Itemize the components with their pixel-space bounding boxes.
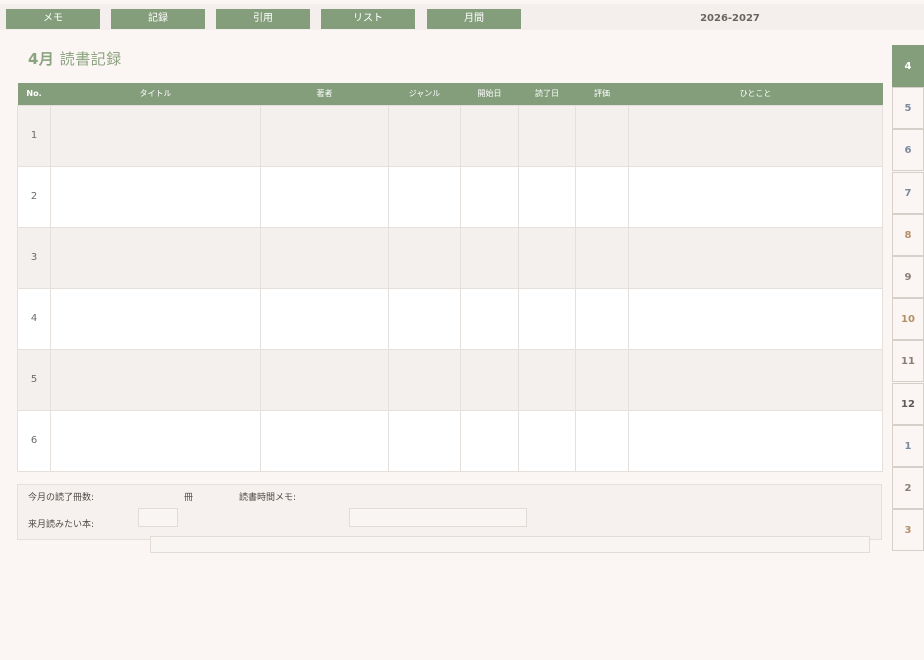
cell-author[interactable] xyxy=(260,226,389,289)
row-number: 1 xyxy=(17,104,51,167)
table-row: 5 xyxy=(17,348,883,411)
table-row: 2 xyxy=(17,165,883,228)
cell-start-date[interactable] xyxy=(460,104,519,167)
page-title: 4月 読書記録 xyxy=(28,48,122,69)
month-tab-9[interactable]: 9 xyxy=(892,256,924,298)
table-row: 6 xyxy=(17,409,883,472)
reading-time-memo-input[interactable] xyxy=(349,508,527,527)
cell-author[interactable] xyxy=(260,165,389,228)
cell-genre[interactable] xyxy=(388,348,461,411)
cell-title[interactable] xyxy=(50,409,261,472)
row-number: 4 xyxy=(17,287,51,350)
title-text: 読書記録 xyxy=(54,50,122,68)
cell-title[interactable] xyxy=(50,348,261,411)
book-unit-label: 冊 xyxy=(184,493,194,503)
cell-author[interactable] xyxy=(260,104,389,167)
cell-rating[interactable] xyxy=(575,165,629,228)
month-tab-12[interactable]: 12 xyxy=(892,382,924,425)
month-tab-8[interactable]: 8 xyxy=(892,213,924,256)
cell-genre[interactable] xyxy=(388,104,461,167)
cell-title[interactable] xyxy=(50,226,261,289)
finished-count-label: 今月の読了冊数: xyxy=(28,493,95,503)
top-navigation: メモ 記録 引用 リスト 月間 2026-2027 xyxy=(0,0,924,36)
cell-comment[interactable] xyxy=(628,226,883,289)
nav-button-list[interactable]: リスト xyxy=(321,9,415,29)
cell-title[interactable] xyxy=(50,287,261,350)
nav-button-quote[interactable]: 引用 xyxy=(216,9,310,29)
month-tab-10[interactable]: 10 xyxy=(892,298,924,341)
cell-rating[interactable] xyxy=(575,409,629,472)
header-number: No. xyxy=(17,83,51,105)
next-month-books-input[interactable] xyxy=(150,536,870,553)
month-tab-6[interactable]: 6 xyxy=(892,129,924,172)
header-finish-date: 読了日 xyxy=(518,83,576,105)
title-month: 4月 xyxy=(28,50,55,68)
header-author: 著者 xyxy=(260,83,389,105)
cell-start-date[interactable] xyxy=(460,226,519,289)
cell-finish-date[interactable] xyxy=(518,409,576,472)
cell-comment[interactable] xyxy=(628,409,883,472)
month-tab-4[interactable]: 4 xyxy=(892,45,924,87)
cell-finish-date[interactable] xyxy=(518,104,576,167)
header-start-date: 開始日 xyxy=(460,83,519,105)
cell-finish-date[interactable] xyxy=(518,348,576,411)
reading-log-table: No. タイトル 著者 ジャンル 開始日 読了日 評価 ひとこと 1 2 3 4… xyxy=(17,83,883,472)
cell-genre[interactable] xyxy=(388,226,461,289)
finished-count-input[interactable] xyxy=(138,508,178,527)
header-comment: ひとこと xyxy=(628,83,883,105)
nav-button-memo[interactable]: メモ xyxy=(6,9,100,29)
cell-genre[interactable] xyxy=(388,287,461,350)
next-month-books-label: 来月読みたい本: xyxy=(28,520,95,530)
nav-button-record[interactable]: 記録 xyxy=(111,9,205,29)
table-header-row: No. タイトル 著者 ジャンル 開始日 読了日 評価 ひとこと xyxy=(17,83,883,105)
table-row: 3 xyxy=(17,226,883,289)
cell-genre[interactable] xyxy=(388,165,461,228)
cell-start-date[interactable] xyxy=(460,165,519,228)
cell-rating[interactable] xyxy=(575,104,629,167)
cell-author[interactable] xyxy=(260,348,389,411)
cell-finish-date[interactable] xyxy=(518,226,576,289)
cell-rating[interactable] xyxy=(575,226,629,289)
row-number: 5 xyxy=(17,348,51,411)
cell-comment[interactable] xyxy=(628,104,883,167)
cell-rating[interactable] xyxy=(575,287,629,350)
year-label: 2026-2027 xyxy=(700,13,760,24)
cell-finish-date[interactable] xyxy=(518,287,576,350)
header-title: タイトル xyxy=(50,83,261,105)
cell-comment[interactable] xyxy=(628,348,883,411)
month-tab-1[interactable]: 1 xyxy=(892,424,924,467)
cell-start-date[interactable] xyxy=(460,287,519,350)
cell-start-date[interactable] xyxy=(460,348,519,411)
header-rating: 評価 xyxy=(575,83,629,105)
row-number: 3 xyxy=(17,226,51,289)
table-row: 1 xyxy=(17,104,883,167)
month-tab-2[interactable]: 2 xyxy=(892,467,924,509)
month-tab-5[interactable]: 5 xyxy=(892,87,924,130)
nav-button-monthly[interactable]: 月間 xyxy=(427,9,521,29)
month-tab-7[interactable]: 7 xyxy=(892,171,924,214)
cell-title[interactable] xyxy=(50,165,261,228)
cell-comment[interactable] xyxy=(628,165,883,228)
cell-author[interactable] xyxy=(260,287,389,350)
reading-time-memo-label: 読書時間メモ: xyxy=(239,493,297,503)
cell-title[interactable] xyxy=(50,104,261,167)
cell-rating[interactable] xyxy=(575,348,629,411)
row-number: 6 xyxy=(17,409,51,472)
cell-start-date[interactable] xyxy=(460,409,519,472)
cell-genre[interactable] xyxy=(388,409,461,472)
table-row: 4 xyxy=(17,287,883,350)
row-number: 2 xyxy=(17,165,51,228)
cell-finish-date[interactable] xyxy=(518,165,576,228)
month-tab-11[interactable]: 11 xyxy=(892,340,924,383)
month-tab-3[interactable]: 3 xyxy=(892,509,924,552)
cell-author[interactable] xyxy=(260,409,389,472)
cell-comment[interactable] xyxy=(628,287,883,350)
header-genre: ジャンル xyxy=(388,83,461,105)
